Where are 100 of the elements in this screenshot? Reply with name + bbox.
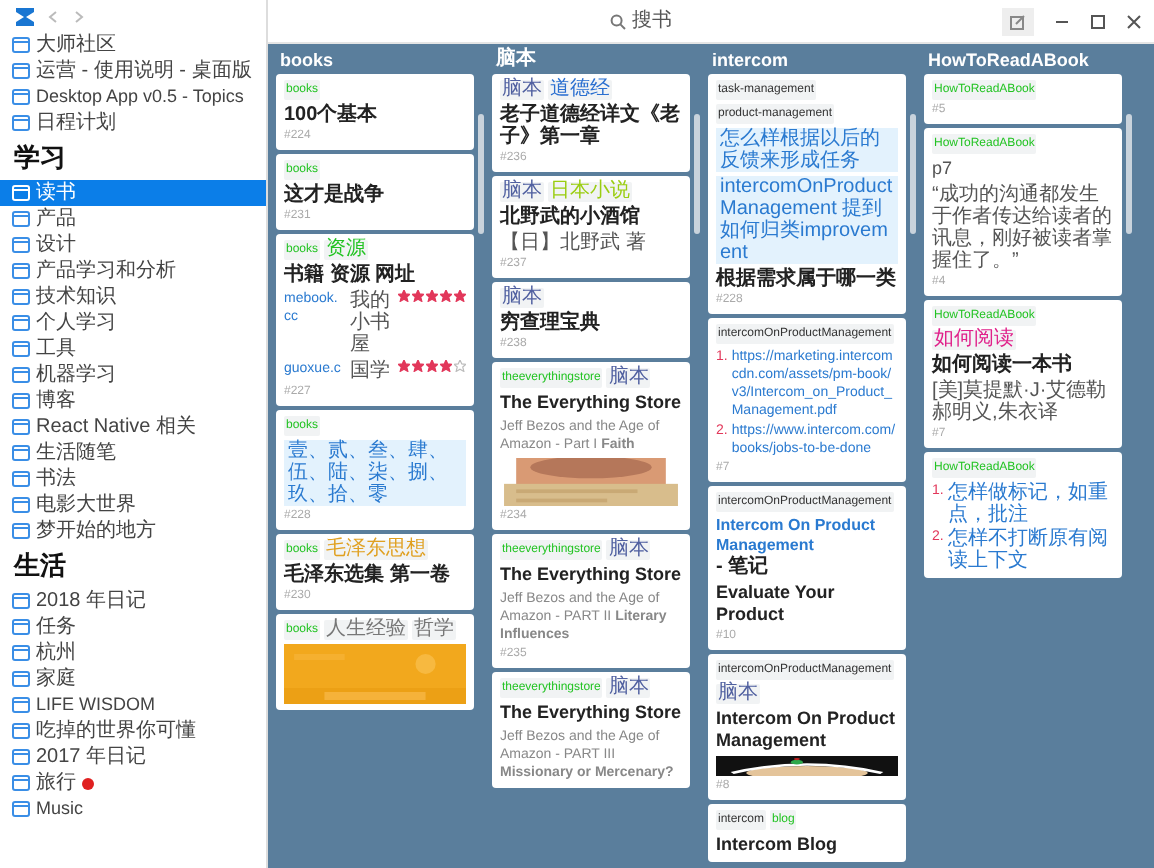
scrollbar[interactable] xyxy=(910,114,916,234)
notebook-icon xyxy=(12,644,30,662)
sidebar-item[interactable]: 杭州 xyxy=(0,640,266,666)
notebook-icon xyxy=(12,288,30,306)
notebook-icon xyxy=(12,774,30,792)
column-title: books xyxy=(278,48,336,74)
search-icon xyxy=(610,13,626,29)
sidebar-item[interactable]: 读书 xyxy=(0,180,266,206)
notebook-icon xyxy=(12,262,30,280)
card-title: 如何阅读一本书 xyxy=(932,354,1074,376)
list-link[interactable]: 怎样做标记，如重点，批注 xyxy=(947,482,1114,526)
sidebar-item[interactable]: 吃掉的世界你可懂 xyxy=(0,718,266,744)
sidebar-item[interactable]: 产品学习和分析 xyxy=(0,258,266,284)
card-title: 这才是战争 xyxy=(284,184,386,206)
sidebar-item[interactable]: React Native 相关 xyxy=(0,414,266,440)
notebook-icon xyxy=(12,418,30,436)
card-title: 穷查理宝典 xyxy=(500,312,602,334)
sidebar-item[interactable]: 电影大世界 xyxy=(0,492,266,518)
notebook-icon xyxy=(12,340,30,358)
highlighted-text: intercomOnProductManagement 提到如何归类improvement xyxy=(716,176,898,264)
sidebar-item[interactable]: Desktop App v0.5 - Topics xyxy=(0,84,266,110)
notebook-icon xyxy=(12,496,30,514)
notebook-icon xyxy=(12,314,30,332)
card-title: Intercom On Product Management xyxy=(716,708,898,752)
sidebar-item[interactable]: 个人学习 xyxy=(0,310,266,336)
tag[interactable]: 脑本 xyxy=(606,540,651,560)
card-text: p7 xyxy=(932,158,955,180)
card-text: “成功的沟通都发生于作者传达给读者的讯息，刚好被读者掌握住了。” xyxy=(932,184,1114,272)
sidebar-item[interactable]: 产品 xyxy=(0,206,266,232)
table-cell: 国学 xyxy=(350,360,392,382)
maximize-icon[interactable] xyxy=(1090,13,1106,29)
section-heading: 生活 xyxy=(11,548,68,584)
card-title: The Everything Store xyxy=(500,564,682,586)
sidebar-item[interactable]: 书法 xyxy=(0,466,266,492)
notebook-icon xyxy=(12,522,30,540)
sidebar-item[interactable]: 运营 - 使用说明 - 桌面版 xyxy=(0,58,266,84)
sidebar-item[interactable]: 生活随笔 xyxy=(0,440,266,466)
notebook-icon xyxy=(12,366,30,384)
tag[interactable]: 如何阅读 xyxy=(932,330,1016,350)
card-text: [美]莫提默·J·艾德勒郝明义,朱衣译 xyxy=(932,380,1109,424)
column-title: 脑本 xyxy=(494,46,538,74)
title-link[interactable]: Intercom On Product Management xyxy=(716,516,898,556)
tag[interactable]: 脑本 xyxy=(716,684,760,704)
sidebar-item[interactable]: 工具 xyxy=(0,336,266,362)
tag[interactable]: 道德经 xyxy=(548,80,612,100)
sidebar-item[interactable]: LIFE WISDOM xyxy=(0,692,266,718)
tag[interactable]: 脑本 xyxy=(606,678,651,698)
scrollbar[interactable] xyxy=(1126,114,1132,234)
card-text: 【日】北野武 著 xyxy=(500,232,648,254)
tag[interactable]: 脑本 xyxy=(500,288,544,308)
sidebar-item[interactable]: 2018 年日记 xyxy=(0,588,266,614)
sidebar-item[interactable]: 技术知识 xyxy=(0,284,266,310)
column-title: intercom xyxy=(710,48,791,74)
list-link[interactable]: 怎样不打断原有阅读上下文 xyxy=(947,528,1114,572)
notebook-icon xyxy=(12,444,30,462)
tag[interactable]: 哲学 xyxy=(412,620,457,640)
close-icon[interactable] xyxy=(1126,13,1142,29)
tag[interactable]: 脑本 xyxy=(606,368,651,388)
card-title: - 笔记 xyxy=(716,556,771,578)
notebook-icon xyxy=(12,670,30,688)
notebook-icon xyxy=(12,88,30,106)
notebook-icon xyxy=(12,236,30,254)
back-icon[interactable] xyxy=(46,9,60,23)
tag[interactable]: 人生经验 xyxy=(324,620,409,640)
card-title: 毛泽东选集 第一卷 xyxy=(284,564,452,586)
card-title: Evaluate Your Product xyxy=(716,582,837,626)
notebook-icon xyxy=(12,184,30,202)
sidebar-item[interactable]: 梦开始的地方 xyxy=(0,518,266,544)
sidebar-item[interactable]: 旅行 xyxy=(0,770,266,796)
logo-icon xyxy=(16,7,34,25)
notebook-icon xyxy=(12,800,30,818)
card-title: 100个基本 xyxy=(284,104,380,126)
sidebar-item[interactable]: 设计 xyxy=(0,232,266,258)
sidebar-item[interactable]: 大师社区 xyxy=(0,32,266,58)
notebook-icon xyxy=(12,696,30,714)
scrollbar[interactable] xyxy=(478,114,484,234)
notebook-icon xyxy=(12,470,30,488)
card-title: The Everything Store xyxy=(500,392,682,414)
sidebar-item[interactable]: 任务 xyxy=(0,614,266,640)
sidebar-item[interactable]: 博客 xyxy=(0,388,266,414)
edit-button[interactable] xyxy=(1002,7,1034,35)
tag[interactable]: 脑本 xyxy=(500,182,544,202)
edit-icon xyxy=(1010,13,1026,29)
card-title: The Everything Store xyxy=(500,702,682,724)
sidebar-item[interactable]: 家庭 xyxy=(0,666,266,692)
scrollbar[interactable] xyxy=(694,114,700,234)
notebook-icon xyxy=(12,210,30,228)
tag[interactable]: 脑本 xyxy=(500,80,544,100)
sidebar-item[interactable]: 机器学习 xyxy=(0,362,266,388)
notebook-icon xyxy=(12,748,30,766)
notebook-icon xyxy=(12,114,30,132)
card-title: 书籍 资源 网址 xyxy=(284,264,418,286)
card-text: 根据需求属于哪一类 xyxy=(716,268,898,290)
card-title: 北野武的小酒馆 xyxy=(500,206,642,228)
sidebar-item[interactable]: Music xyxy=(0,796,266,822)
sidebar-item[interactable]: 2017 年日记 xyxy=(0,744,266,770)
search-field[interactable]: 搜书 xyxy=(610,6,672,36)
sidebar-item[interactable]: 日程计划 xyxy=(0,110,266,136)
section-heading: 学习 xyxy=(12,140,68,176)
forward-icon[interactable] xyxy=(72,9,86,23)
